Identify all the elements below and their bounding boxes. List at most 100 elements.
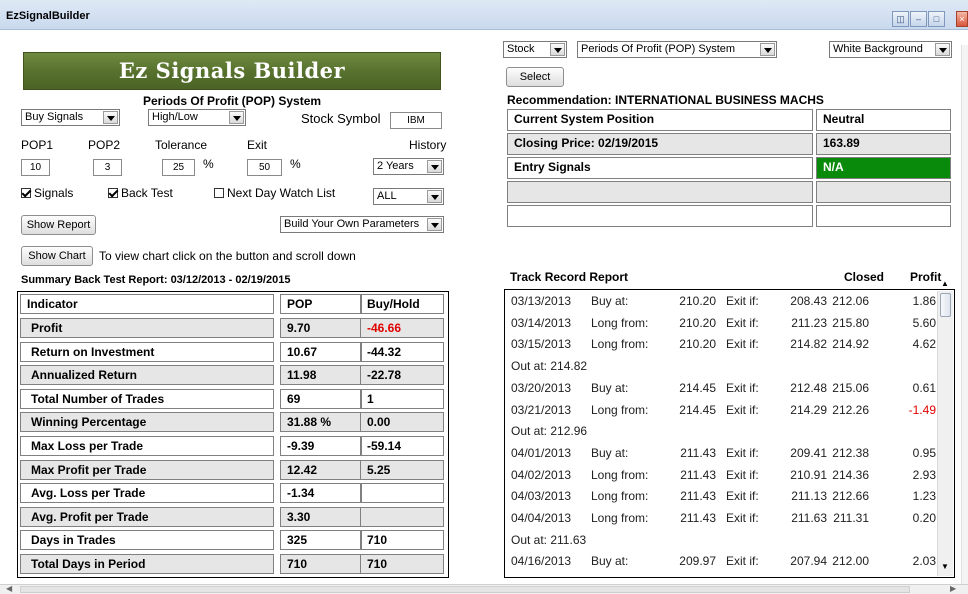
price-mode-select[interactable]: High/Low [148,109,246,126]
track-profit: 2.93 [912,467,936,482]
scroll-left-icon[interactable]: ◀ [6,584,12,593]
dropdown-arrow-icon[interactable] [550,43,565,56]
track-profit: 0.61 [912,380,936,395]
summary-cell: 710 [360,554,444,574]
summary-cell [360,506,444,527]
summary-cell: Max Loss per Trade [20,436,274,456]
dropdown-arrow-icon[interactable] [935,43,950,56]
profit-header: Profit [910,270,942,284]
track-price: 211.43 [680,511,716,525]
track-exit: 211.13 [791,489,827,504]
track-closed: 211.31 [833,511,869,525]
track-date: 03/15/2013 [511,337,572,352]
track-profit: 5.60 [912,315,936,330]
show-report-button[interactable]: Show Report [21,215,96,235]
close-icon[interactable]: × [956,11,968,27]
track-record-list[interactable]: 03/13/2013 Buy at: 210.20 Exit if: 208.43 212… [504,289,955,578]
track-out-text: Out at: 211.63 [511,532,587,547]
signals-checkbox[interactable]: Signals [21,186,73,200]
track-out-line: Out at: 212.96 [511,422,939,441]
summary-cell: 31.88 % [280,412,362,433]
scroll-thumb[interactable] [940,293,951,317]
dropdown-arrow-icon[interactable] [103,111,118,124]
show-chart-button[interactable]: Show Chart [21,246,93,266]
track-action: Buy at: [591,554,629,569]
track-exit: 209.41 [790,445,827,460]
restore-icon[interactable]: ◫ [892,11,909,27]
stock-symbol-input[interactable]: IBM [390,112,442,129]
history-select[interactable]: 2 Years [373,158,444,175]
track-price: 209.97 [679,554,716,569]
filter-select[interactable]: ALL [373,188,444,205]
summary-cell: 3.30 [280,506,362,527]
scroll-down-icon[interactable]: ▼ [941,562,949,571]
price-mode-value: High/Low [152,111,198,123]
background-select[interactable]: White Background [829,41,952,58]
background-value: White Background [833,43,923,55]
track-out-line: Out at: 211.63 [511,531,939,550]
track-action: Long from: [591,467,649,482]
dropdown-arrow-icon[interactable] [760,43,775,56]
backtest-checkbox[interactable]: Back Test [108,186,173,200]
track-out-text: Out at: 214.82 [511,359,588,374]
parameters-select[interactable]: Build Your Own Parameters [280,216,444,233]
backtest-checkbox-label: Back Test [121,186,173,200]
track-date: 04/01/2013 [511,445,572,460]
horizontal-scroll-thumb[interactable] [20,586,910,593]
signals-checkbox-label: Signals [34,186,74,200]
track-record-scrollbar[interactable]: ▲ ▼ [937,279,953,576]
page-horizontal-scrollbar[interactable]: ◀ ▶ [0,584,968,594]
minimize-icon[interactable]: – [910,11,927,27]
select-button[interactable]: Select [506,67,564,87]
watchlist-checkbox[interactable]: Next Day Watch List [214,186,335,200]
summary-cell: 11.98 [280,365,362,386]
dropdown-arrow-icon[interactable] [427,160,442,173]
parameters-value: Build Your Own Parameters [284,218,420,230]
summary-cell: 9.70 [280,318,362,338]
signal-type-select[interactable]: Buy Signals [21,109,120,126]
track-exit: 208.43 [790,294,827,308]
summary-header-cell: POP [280,294,362,314]
track-exit: 214.29 [790,402,827,417]
closed-header: Closed [844,270,885,284]
stock-symbol-label: Stock Symbol [301,111,381,126]
track-profit: 0.95 [912,445,936,460]
track-action: Buy at: [591,445,629,460]
track-closed: 212.38 [832,445,869,460]
track-row: 03/20/2013 Buy at: 214.45 Exit if: 212.48 215… [511,379,939,398]
track-profit: 1.23 [912,489,936,504]
track-row: 04/03/2013 Long from: 211.43 Exit if: 211.13… [511,487,939,506]
track-row: 04/16/2013 Buy at: 209.97 Exit if: 207.94 212… [511,552,939,571]
track-out-line: Out at: 214.82 [511,357,939,376]
summary-cell: Total Number of Trades [20,388,274,409]
track-out-text: Out at: 212.96 [511,424,588,439]
pop2-input[interactable]: 3 [93,159,122,176]
maximize-icon[interactable]: □ [928,11,945,27]
checkbox-checked-icon[interactable] [21,188,31,198]
dropdown-arrow-icon[interactable] [427,218,442,231]
system-select[interactable]: Periods Of Profit (POP) System [577,41,777,58]
track-date: 04/16/2013 [511,554,572,569]
exit-percent: % [290,157,301,171]
dropdown-arrow-icon[interactable] [427,190,442,203]
track-price: 211.43 [680,489,716,504]
system-value: Periods Of Profit (POP) System [581,43,736,55]
track-date: 03/14/2013 [511,315,572,330]
dropdown-arrow-icon[interactable] [229,111,244,124]
pop1-input[interactable]: 10 [21,159,50,176]
scroll-up-icon[interactable]: ▲ [941,279,949,288]
page-vertical-scrollbar[interactable] [961,45,968,585]
tolerance-input[interactable]: 25 [162,159,195,176]
market-select[interactable]: Stock [503,41,567,58]
scroll-right-icon[interactable]: ▶ [950,584,956,593]
summary-cell: Avg. Loss per Trade [20,483,274,504]
track-exit: 211.63 [791,511,827,525]
exit-input[interactable]: 50 [247,159,282,176]
checkbox-unchecked-icon[interactable] [214,188,224,198]
recommendation-title: Recommendation: INTERNATIONAL BUSINESS M… [507,93,824,107]
checkbox-checked-icon[interactable] [108,188,118,198]
track-exit-lbl: Exit if: [726,402,759,417]
summary-cell: Total Days in Period [20,554,274,574]
market-value: Stock [507,43,535,55]
chart-hint: To view chart click on the button and sc… [99,249,356,263]
